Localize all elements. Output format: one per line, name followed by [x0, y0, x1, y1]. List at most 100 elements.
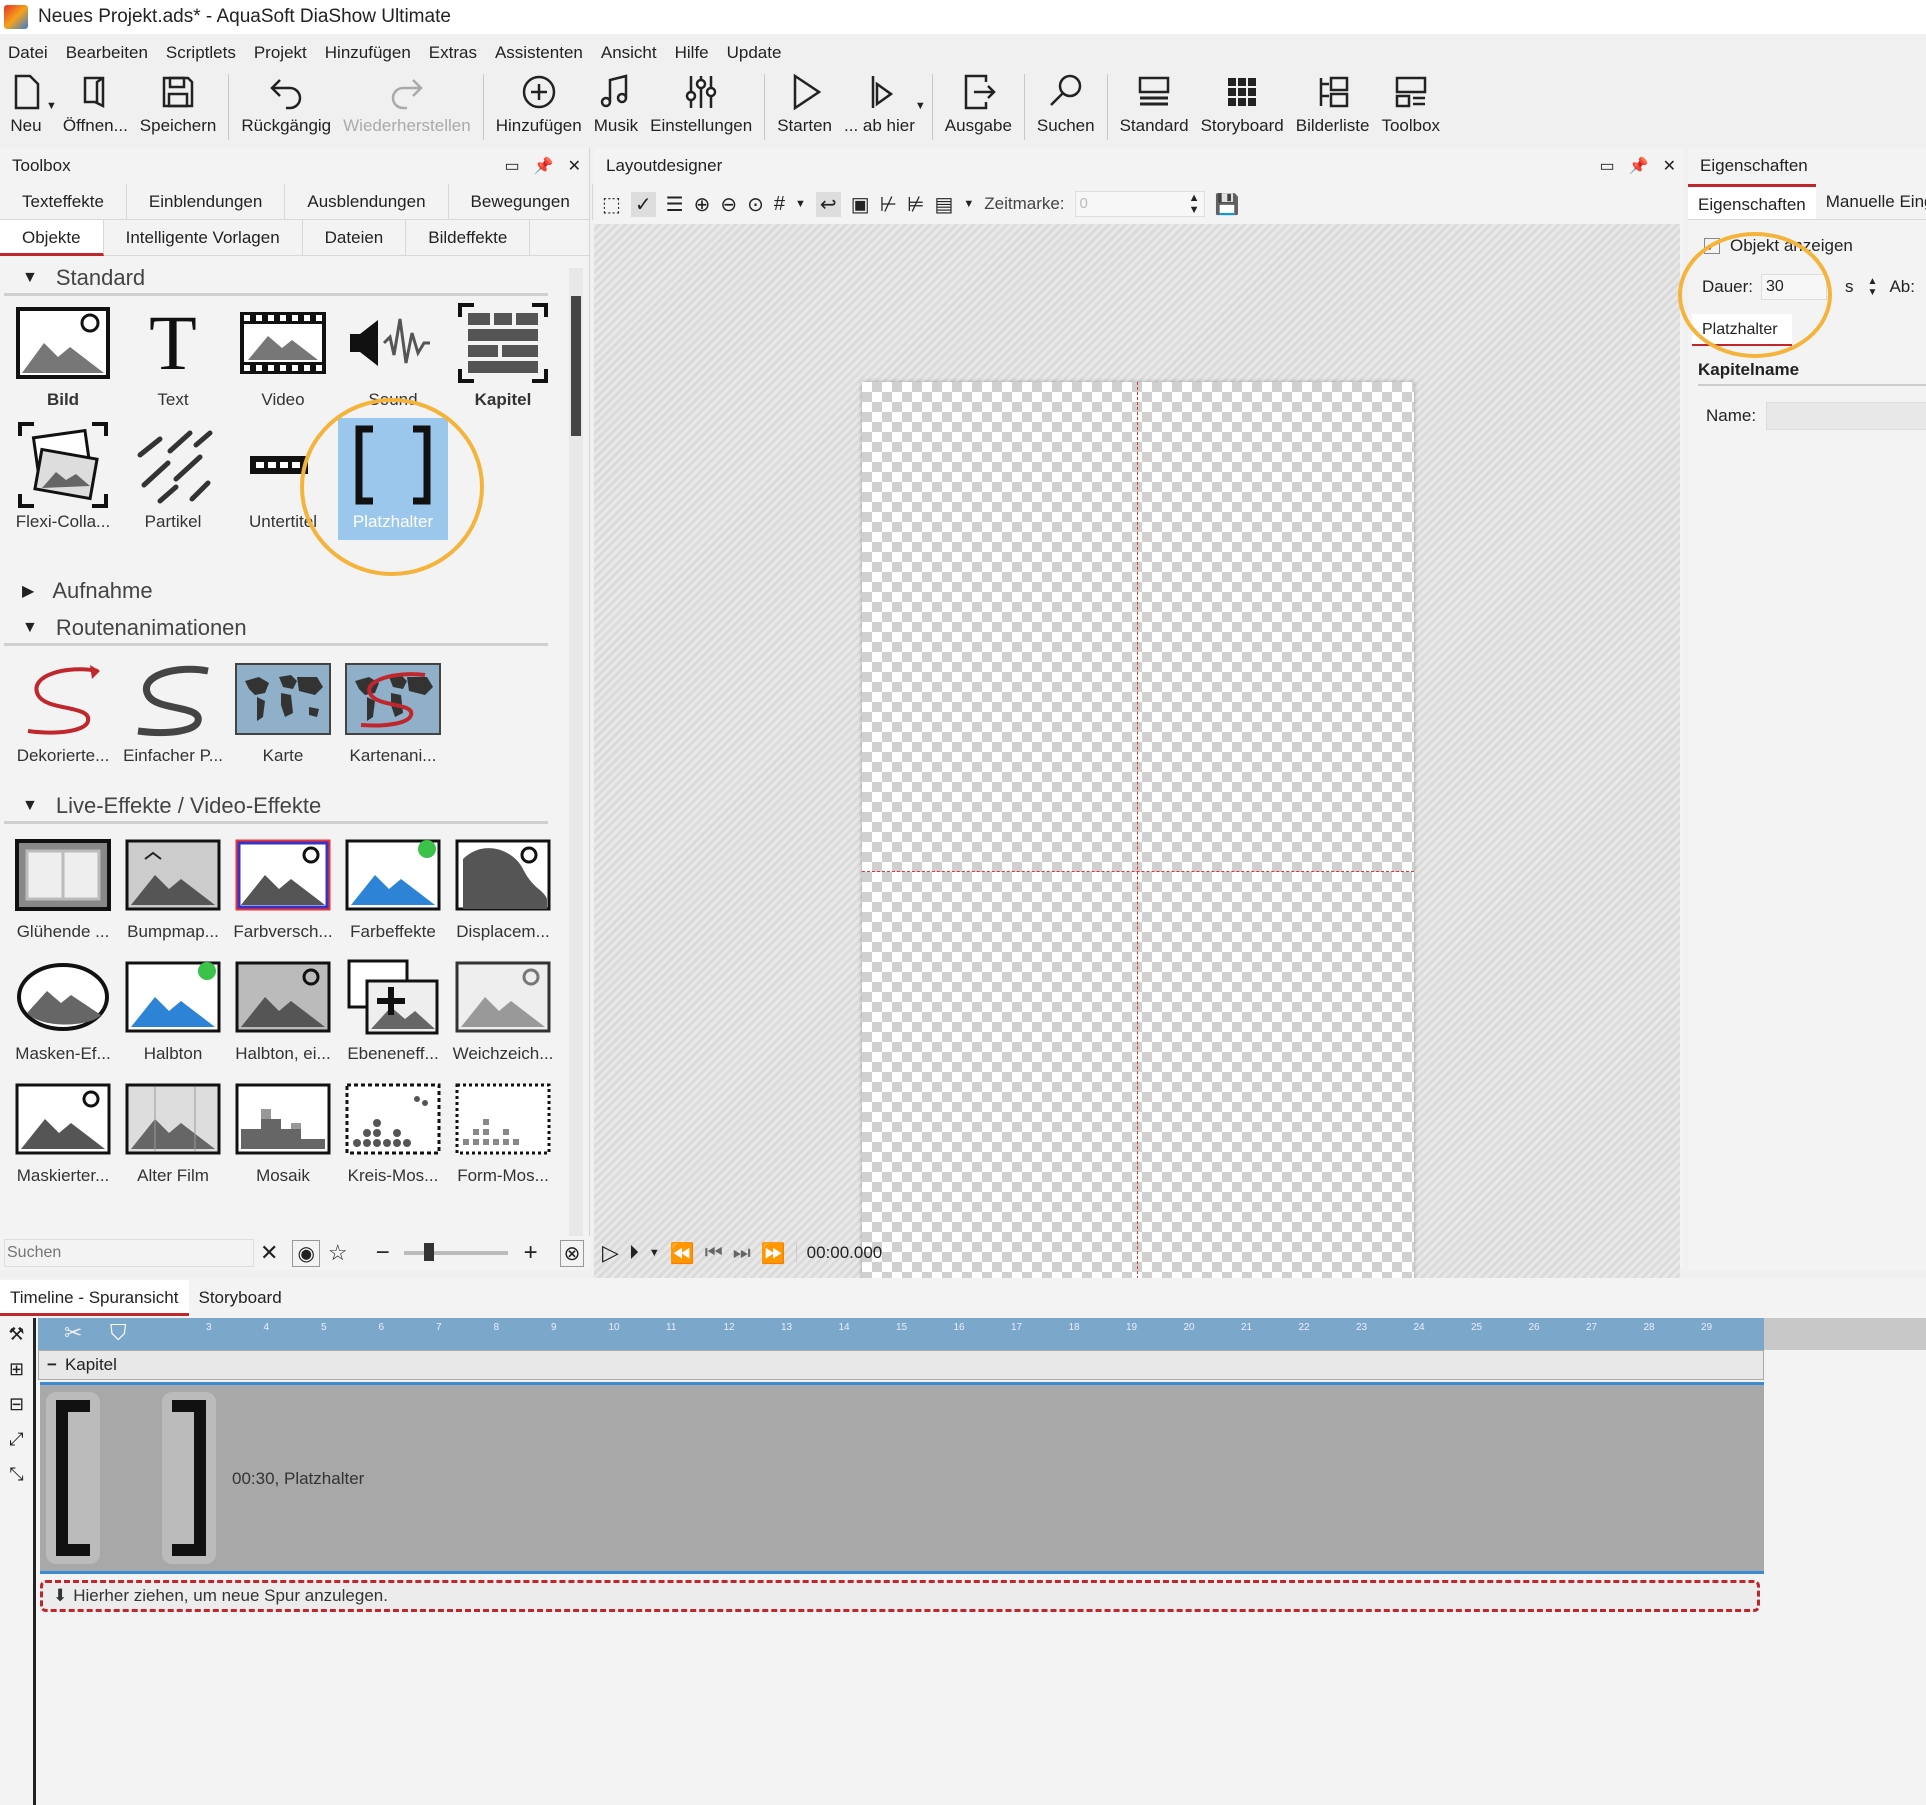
zoom-out-icon[interactable]: −: [376, 1239, 390, 1267]
toolbox-search-input[interactable]: [4, 1239, 254, 1267]
pin-icon[interactable]: 📌: [534, 156, 554, 176]
tab-storyboard[interactable]: Storyboard: [189, 1280, 292, 1316]
start-button[interactable]: Starten: [771, 70, 838, 143]
keyframe-remove-icon[interactable]: ⊭: [907, 192, 924, 217]
tile-farbverschiebung[interactable]: Farbversch...: [228, 828, 338, 950]
path-icon[interactable]: ↩: [815, 191, 841, 217]
check-tool-icon[interactable]: ✓: [630, 191, 656, 217]
settings-button[interactable]: Einstellungen: [644, 70, 758, 143]
tile-alter-film[interactable]: Alter Film: [118, 1072, 228, 1194]
section-aufnahme[interactable]: ▶ Aufnahme: [4, 574, 548, 608]
dauer-spinner-icon[interactable]: ▲ ▼: [1868, 276, 1878, 298]
tab-einblendungen[interactable]: Einblendungen: [127, 183, 286, 220]
previous-icon[interactable]: ⏮: [705, 1242, 723, 1265]
clear-search-icon[interactable]: ✕: [260, 1240, 278, 1266]
keyframe-add-icon[interactable]: ⊬: [880, 192, 897, 217]
tile-kapitel[interactable]: Kapitel: [448, 296, 558, 418]
tile-dekorierte[interactable]: Dekorierte...: [8, 652, 118, 774]
timeline-tool-icon[interactable]: ⚒: [8, 1324, 24, 1345]
placeholder-clip[interactable]: [44, 1389, 224, 1567]
close-icon[interactable]: ✕: [568, 156, 581, 176]
menu-hinzufuegen[interactable]: Hinzufügen: [325, 43, 411, 63]
view-bilderliste-button[interactable]: Bilderliste: [1290, 70, 1376, 143]
menu-datei[interactable]: Datei: [8, 43, 48, 63]
add-track-icon[interactable]: ⊞: [9, 1359, 24, 1380]
tile-weichzeichner[interactable]: Weichzeich...: [448, 950, 558, 1072]
new-button[interactable]: Neu: [0, 70, 52, 143]
tile-mosaik[interactable]: Mosaik: [228, 1072, 338, 1194]
eye-icon[interactable]: ◉: [292, 1239, 320, 1267]
redo-button[interactable]: Wiederherstellen: [337, 70, 477, 143]
fast-forward-icon[interactable]: ⏩: [761, 1241, 786, 1266]
add-button[interactable]: Hinzufügen: [490, 70, 588, 143]
tab-bewegungen[interactable]: Bewegungen: [449, 183, 593, 220]
menu-hilfe[interactable]: Hilfe: [675, 43, 709, 63]
tile-halbton[interactable]: Halbton: [118, 950, 228, 1072]
tile-partikel[interactable]: Partikel: [118, 418, 228, 540]
toolbox-scrollbar-thumb[interactable]: [571, 296, 581, 436]
menu-assistenten[interactable]: Assistenten: [495, 43, 583, 63]
tile-karte[interactable]: Karte: [228, 652, 338, 774]
play-dropdown-icon[interactable]: ▼: [915, 100, 926, 112]
tab-ausblendungen[interactable]: Ausblendungen: [285, 183, 449, 220]
zoom-in-icon[interactable]: +: [524, 1239, 538, 1267]
collapse-chapter-icon[interactable]: −: [47, 1355, 57, 1375]
tile-ebeneneffekt[interactable]: Ebeneneff...: [338, 950, 448, 1072]
search-button[interactable]: Suchen: [1031, 70, 1101, 143]
tab-texteffekte[interactable]: Texteffekte: [0, 183, 127, 220]
music-button[interactable]: Musik: [588, 70, 644, 143]
tile-displacement[interactable]: Displacem...: [448, 828, 558, 950]
save-button[interactable]: Speichern: [134, 70, 223, 143]
collapse-icon[interactable]: ⤡: [9, 1464, 23, 1485]
view-standard-button[interactable]: Standard: [1114, 70, 1195, 143]
name-input[interactable]: [1766, 402, 1926, 430]
new-dropdown-icon[interactable]: ▼: [46, 100, 57, 112]
timeline-ruler[interactable]: ✂ ⛉ 3 4 5 6 7 8 9 10 11 12 13 14 15 16 17 18 19 20 21 22 23 2…: [38, 1318, 1764, 1350]
play-dropdown-icon[interactable]: ▼: [649, 1247, 660, 1259]
close-icon[interactable]: ✕: [1663, 156, 1676, 176]
section-standard[interactable]: ▼ Standard: [4, 262, 548, 296]
undo-button[interactable]: Rückgängig: [235, 70, 337, 143]
output-button[interactable]: Ausgabe: [939, 70, 1018, 143]
rewind-icon[interactable]: ⏪: [670, 1241, 695, 1266]
slider-thumb[interactable]: [423, 1243, 434, 1261]
open-button[interactable]: Öffnen...: [57, 70, 134, 143]
expand-icon[interactable]: ⤢: [9, 1429, 23, 1450]
zeitmarke-input[interactable]: 0 ▲ ▼: [1074, 191, 1205, 217]
tile-flexi-collage[interactable]: Flexi-Colla...: [8, 418, 118, 540]
select-tool-icon[interactable]: ⬚: [602, 192, 621, 217]
toolbox-scrollbar[interactable]: [569, 268, 583, 1236]
maximize-icon[interactable]: ▭: [505, 156, 520, 176]
tile-kreis-mosaik[interactable]: Kreis-Mos...: [338, 1072, 448, 1194]
tile-maskierter[interactable]: Maskierter...: [8, 1072, 118, 1194]
chapter-row[interactable]: − Kapitel: [38, 1350, 1764, 1380]
timeline-track[interactable]: 00:30, Platzhalter: [40, 1382, 1764, 1574]
tab-intelligente-vorlagen[interactable]: Intelligente Vorlagen: [104, 219, 303, 256]
zoom-out-canvas-icon[interactable]: ⊖: [720, 192, 737, 217]
tile-halbton-einfarbig[interactable]: Halbton, ei...: [228, 950, 338, 1072]
maximize-icon[interactable]: ▭: [1600, 156, 1615, 176]
align-icon[interactable]: ☰: [666, 192, 684, 217]
menu-update[interactable]: Update: [727, 43, 782, 63]
grid-dropdown-icon[interactable]: ▼: [795, 198, 806, 210]
tile-gluehende[interactable]: Glühende ...: [8, 828, 118, 950]
snippet-dropdown-icon[interactable]: ▼: [963, 198, 974, 210]
tile-kartenanimation[interactable]: Kartenani...: [338, 652, 448, 774]
tab-eigenschaften[interactable]: Eigenschaften: [1688, 184, 1816, 219]
view-toolbox-button[interactable]: Toolbox: [1375, 70, 1446, 143]
play-from-here-icon[interactable]: ⏵: [629, 1242, 639, 1265]
section-live-effekte[interactable]: ▼ Live-Effekte / Video-Effekte: [4, 790, 548, 824]
tile-text[interactable]: T Text: [118, 296, 228, 418]
menu-projekt[interactable]: Projekt: [254, 43, 307, 63]
tab-bildeffekte[interactable]: Bildeffekte: [406, 219, 531, 256]
menu-bearbeiten[interactable]: Bearbeiten: [66, 43, 148, 63]
tab-manuelle-eingabe[interactable]: Manuelle Eing: [1816, 184, 1926, 219]
menu-extras[interactable]: Extras: [429, 43, 477, 63]
grid-icon[interactable]: #: [774, 193, 785, 216]
menu-ansicht[interactable]: Ansicht: [601, 43, 657, 63]
tab-dateien[interactable]: Dateien: [303, 219, 407, 256]
zoom-reset-icon[interactable]: ⊗: [559, 1239, 585, 1267]
save-keyframe-icon[interactable]: 💾: [1215, 192, 1240, 217]
tile-farbeffekte[interactable]: Farbeffekte: [338, 828, 448, 950]
next-icon[interactable]: ⏭: [733, 1242, 751, 1265]
